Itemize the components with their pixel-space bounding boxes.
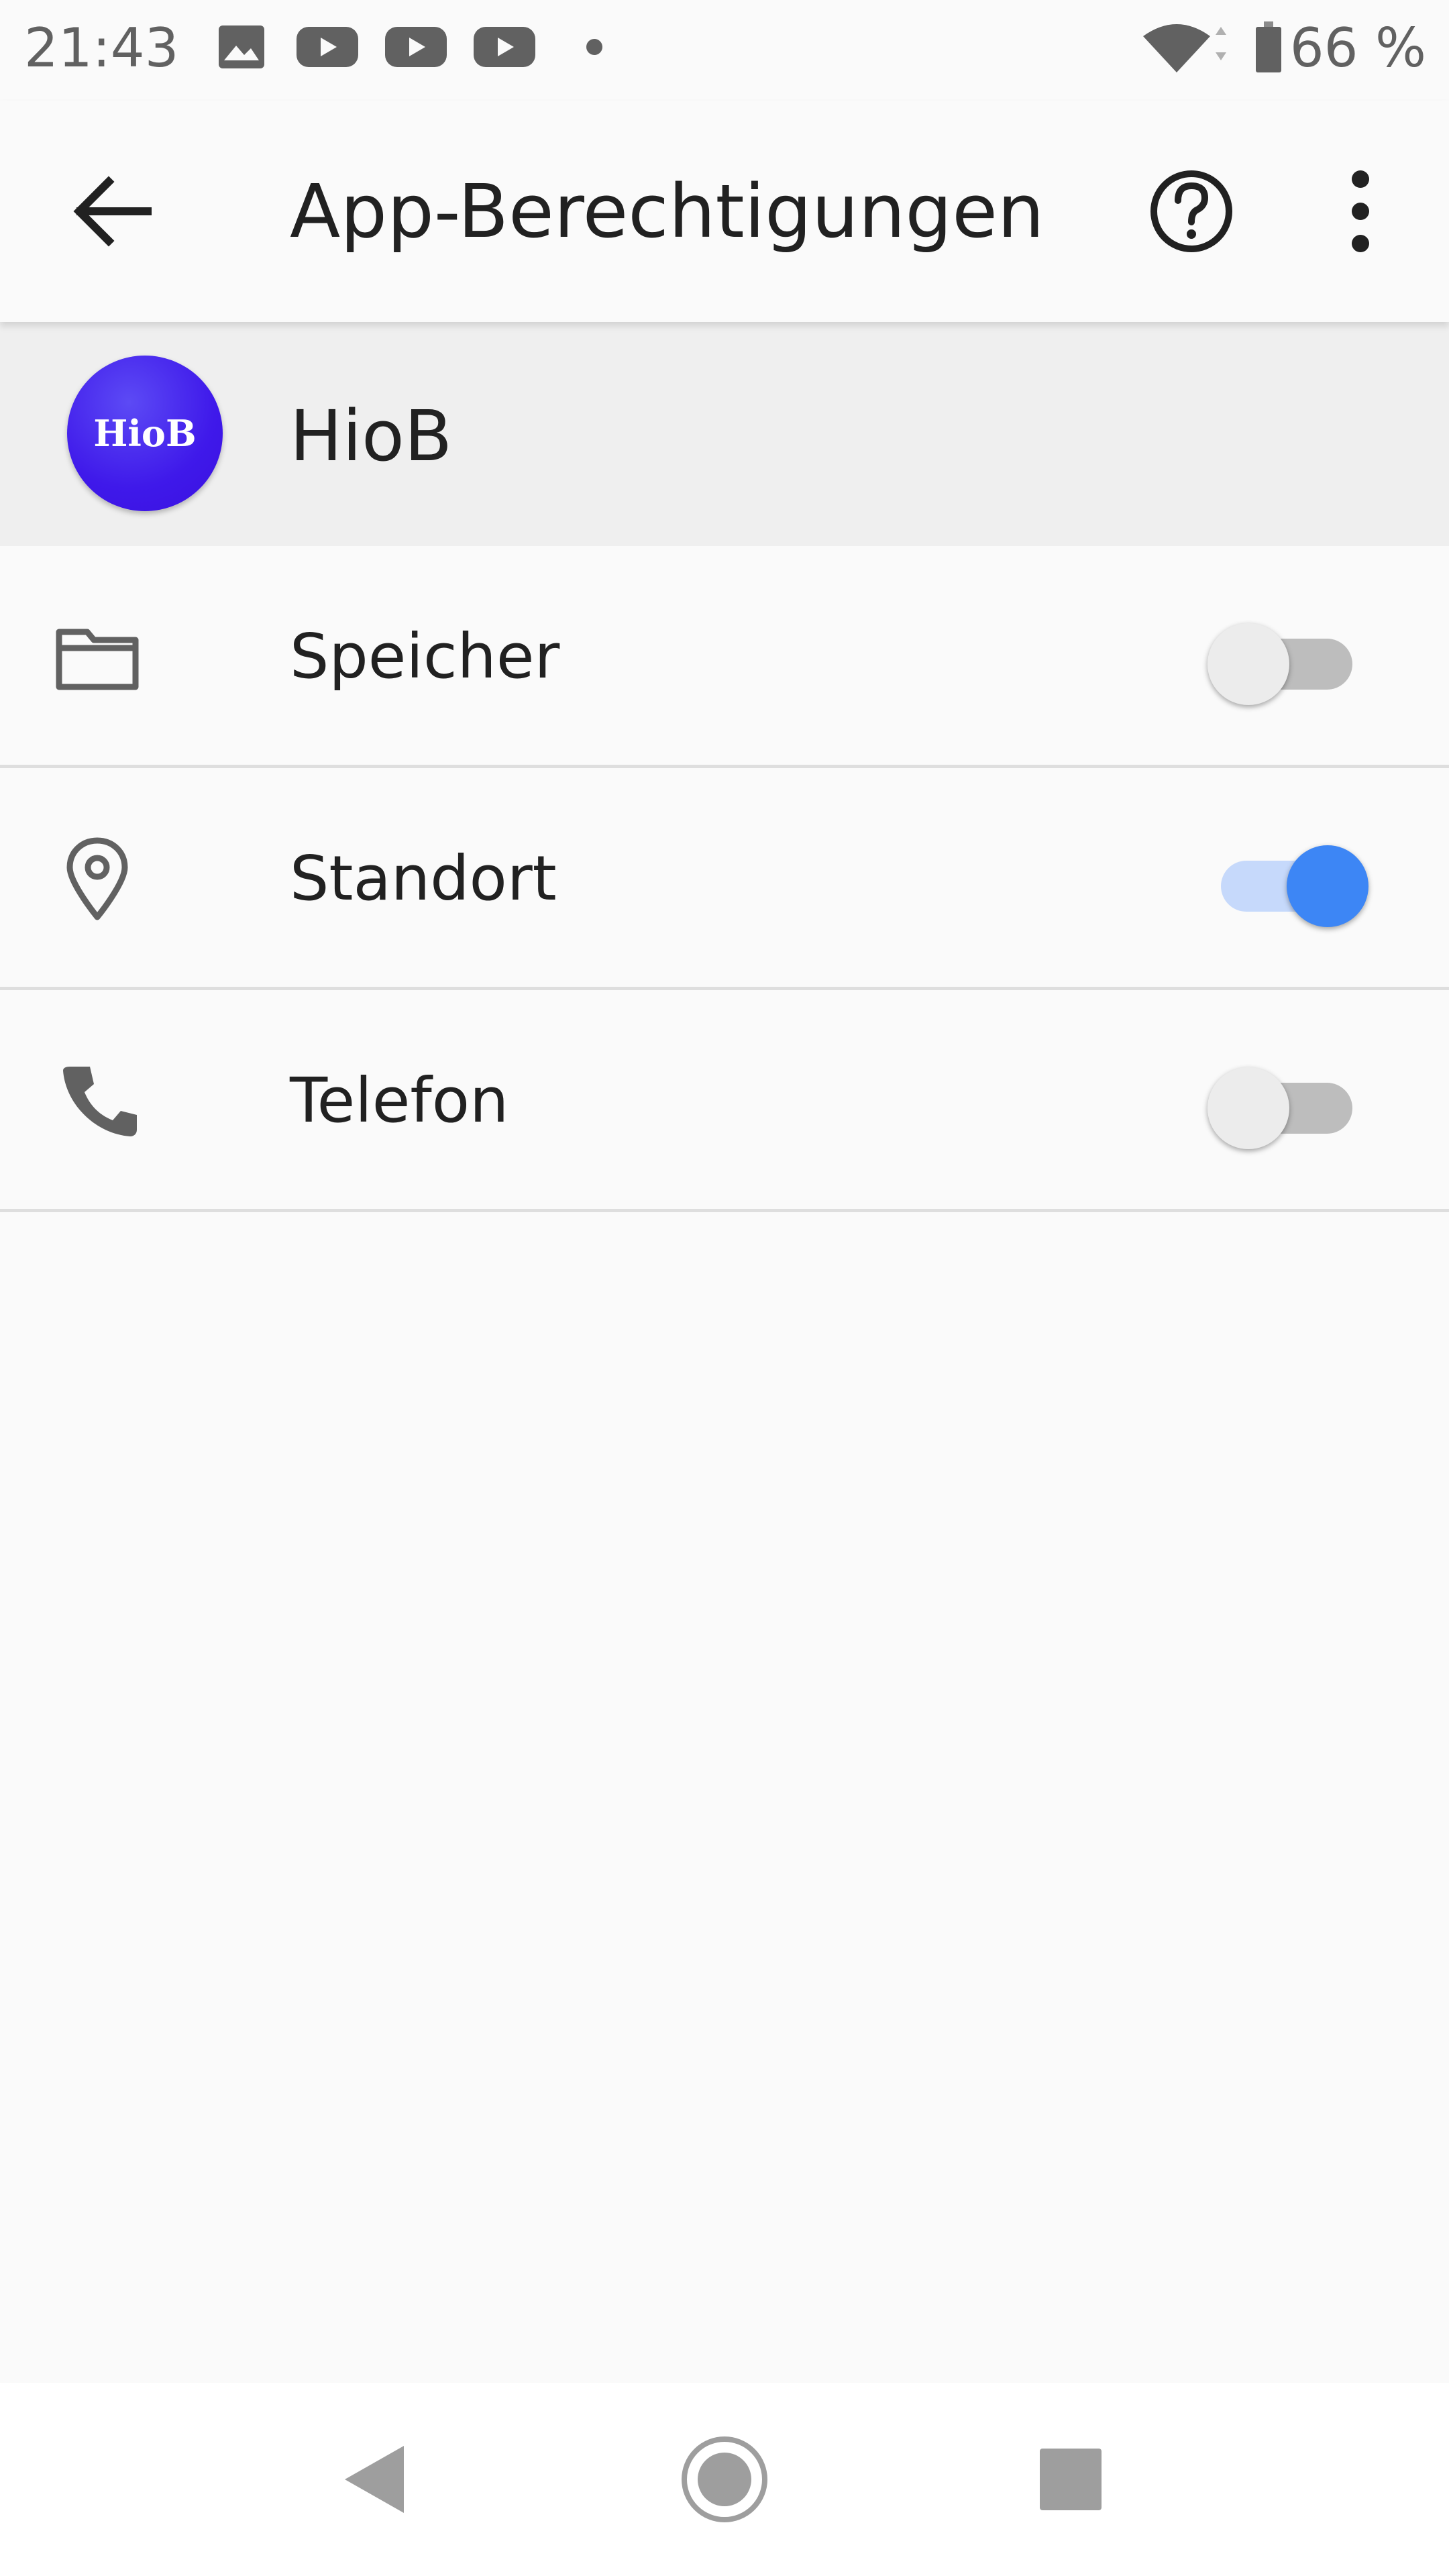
permission-toggle-standort[interactable] (1208, 841, 1368, 927)
folder-icon (56, 629, 139, 690)
location-pin-icon (66, 837, 128, 920)
youtube-icon (297, 27, 358, 67)
app-avatar: HioB (67, 356, 223, 511)
navigation-bar (0, 2383, 1449, 2576)
youtube-icon (385, 27, 447, 67)
permission-row-standort[interactable]: Standort (0, 768, 1449, 990)
app-header: HioB HioB (0, 322, 1449, 546)
permission-row-telefon[interactable]: Telefon (0, 990, 1449, 1212)
more-vert-icon[interactable] (1308, 158, 1415, 265)
battery-icon (1256, 21, 1281, 72)
nav-home-icon[interactable] (678, 2432, 771, 2526)
permission-label: Telefon (290, 1065, 509, 1136)
permission-label: Standort (290, 843, 557, 914)
youtube-icon (474, 27, 535, 67)
image-icon (219, 25, 264, 68)
phone-icon (63, 1067, 137, 1136)
arrow-back-icon[interactable] (60, 158, 168, 265)
toggle-thumb (1208, 1067, 1289, 1149)
dot-icon (586, 39, 602, 55)
wifi-icon (1143, 24, 1226, 72)
toggle-thumb (1208, 623, 1289, 705)
permission-toggle-speicher[interactable] (1208, 619, 1368, 705)
status-time: 21:43 (24, 17, 179, 79)
permission-toggle-telefon[interactable] (1208, 1063, 1368, 1149)
app-name: HioB (290, 395, 453, 477)
nav-recents-icon[interactable] (1024, 2432, 1118, 2526)
status-bar: 21:43 66 % (0, 0, 1449, 101)
toggle-thumb (1287, 845, 1368, 927)
help-circle-icon[interactable] (1140, 158, 1248, 265)
permission-label: Speicher (290, 621, 560, 692)
app-avatar-text: HioB (93, 412, 197, 455)
permission-row-speicher[interactable]: Speicher (0, 546, 1449, 768)
nav-back-icon[interactable] (329, 2432, 423, 2526)
app-bar: App-Berechtigungen (0, 101, 1449, 322)
screen: 21:43 66 % App-Berechtigungen HioB HioB … (0, 0, 1449, 2576)
battery-percentage: 66 % (1289, 17, 1426, 79)
page-title: App-Berechtigungen (290, 168, 1044, 254)
